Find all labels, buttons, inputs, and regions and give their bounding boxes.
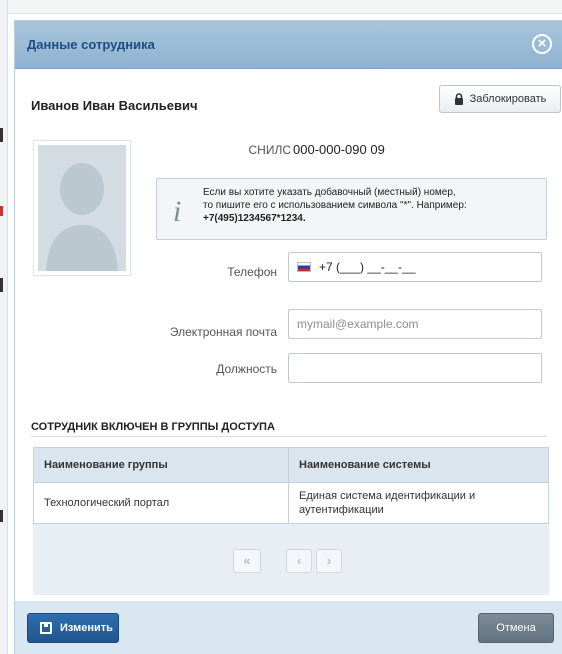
phone-value: +7 (___) __-__-__ [319, 260, 416, 274]
employee-dialog: Данные сотрудника × Иванов Иван Васильев… [14, 20, 562, 654]
dialog-title: Данные сотрудника [27, 37, 155, 52]
info-icon: i [173, 195, 182, 228]
background-window-edge [0, 0, 8, 654]
pagination: « ‹ › [33, 534, 549, 584]
section-divider [31, 436, 547, 437]
column-header-system[interactable]: Наименование системы [288, 447, 549, 483]
prev-page-button[interactable]: ‹ [286, 549, 312, 573]
dialog-footer: Изменить Отмена [15, 601, 562, 654]
block-button-label: Заблокировать [469, 93, 547, 105]
dialog-header: Данные сотрудника × [15, 21, 562, 69]
background-mark [0, 128, 3, 142]
phone-label: Телефон [227, 265, 277, 279]
russia-flag-icon[interactable] [297, 262, 311, 272]
background-mark [0, 278, 3, 292]
avatar [33, 140, 131, 276]
edit-button-label: Изменить [60, 622, 113, 634]
edit-button[interactable]: Изменить [27, 613, 119, 643]
table-row[interactable]: Технологический портал Единая система ид… [33, 482, 549, 524]
first-page-button[interactable]: « [233, 549, 261, 573]
groups-table: Наименование группы Наименование системы… [33, 447, 549, 524]
info-text: Если вы хотите указать добавочный (местн… [203, 186, 539, 225]
column-header-group[interactable]: Наименование группы [33, 447, 289, 483]
background-window-top [8, 0, 562, 14]
save-icon [40, 622, 52, 634]
dialog-content: Иванов Иван Васильевич Заблокировать СНИ… [15, 69, 562, 601]
info-line: Если вы хотите указать добавочный (местн… [203, 187, 456, 198]
background-mark [0, 206, 3, 216]
phone-info-box: i Если вы хотите указать добавочный (мес… [156, 178, 547, 240]
background-mark [0, 510, 3, 522]
info-line: то пишите его с использованием символа "… [203, 200, 467, 211]
email-field[interactable]: mymail@example.com [288, 309, 542, 339]
position-field[interactable] [288, 353, 542, 383]
email-label: Электронная почта [169, 325, 277, 339]
block-button[interactable]: Заблокировать [439, 85, 561, 113]
table-cell-group: Технологический портал [33, 482, 289, 524]
groups-table-panel: Наименование группы Наименование системы… [33, 447, 549, 595]
position-label: Должность [216, 362, 277, 376]
info-example: +7(495)1234567*1234. [203, 213, 306, 224]
employee-name: Иванов Иван Васильевич [31, 98, 198, 113]
phone-field[interactable]: +7 (___) __-__-__ [288, 252, 542, 282]
table-cell-system: Единая система идентификации и аутентифи… [288, 482, 549, 524]
lock-icon [454, 93, 464, 105]
cancel-button[interactable]: Отмена [478, 613, 554, 643]
snils-value: 000-000-090 09 [293, 142, 385, 157]
groups-section-title: СОТРУДНИК ВКЛЮЧЕН В ГРУППЫ ДОСТУПА [31, 421, 275, 433]
snils-label: СНИЛС [248, 143, 292, 157]
avatar-placeholder-icon [38, 145, 126, 271]
email-placeholder: mymail@example.com [297, 317, 419, 331]
next-page-button[interactable]: › [316, 549, 342, 573]
close-icon[interactable]: × [532, 34, 552, 54]
